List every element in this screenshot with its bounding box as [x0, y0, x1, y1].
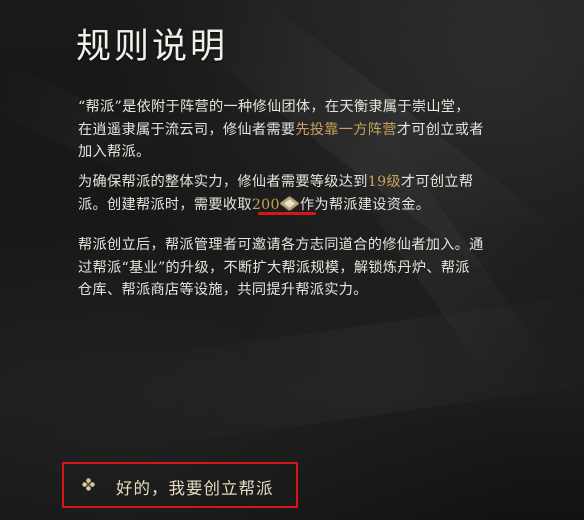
rules-dialog: 规则说明 “帮派”是依附于阵营的一种修仙团体，在天衡隶属于崇山堂， 在逍遥隶属于…: [0, 0, 584, 520]
option-label: 好的，我要创立帮派: [116, 479, 274, 498]
text-segment: 才可创立或者: [396, 121, 484, 138]
dialog-title: 规则说明: [76, 27, 229, 67]
coin-icon: [278, 195, 300, 211]
text-line: “帮派”是依附于阵营的一种修仙团体，在天衡隶属于崇山堂，: [78, 99, 470, 115]
text-line: 在逍遥隶属于流云司，修仙者需要先投靠一方阵营才可创立或者: [78, 119, 548, 142]
text-segment: 才可创立帮: [400, 174, 474, 190]
rules-paragraph-growth: 帮派创立后，帮派管理者可邀请各方志同道合的修仙者加入。通 过帮派“基业”的升级，…: [78, 234, 548, 302]
level-requirement-highlight: 19级: [367, 174, 401, 190]
rules-paragraph-faction: “帮派”是依附于阵营的一种修仙团体，在天衡隶属于崇山堂， 在逍遥隶属于流云司，修…: [78, 96, 548, 164]
text-segment: 作为帮派建设资金。: [299, 196, 431, 213]
text-line: 仓库、帮派商店等设施，共同提升帮派实力。: [78, 282, 368, 298]
flower-bullet-icon: [82, 478, 95, 491]
text-line: 加入帮派。: [78, 144, 151, 160]
text-segment: 为确保帮派的整体实力，修仙者需要等级达到: [78, 174, 368, 190]
text-segment: 派。创建帮派时，需要收取: [78, 196, 252, 213]
cost-annotation-underline: [258, 212, 316, 215]
text-line: 帮派创立后，帮派管理者可邀请各方志同道合的修仙者加入。通: [78, 237, 484, 253]
cost-amount-highlight: 200: [251, 196, 280, 213]
faction-requirement-highlight: 先投靠一方阵营: [295, 121, 397, 138]
background-streak: [120, 290, 584, 450]
text-line: 为确保帮派的整体实力，修仙者需要等级达到19级才可创立帮: [78, 171, 548, 194]
create-guild-option-button[interactable]: 好的，我要创立帮派: [62, 462, 298, 508]
text-line: 过帮派“基业”的升级，不断扩大帮派规模，解锁炼丹炉、帮派: [78, 259, 470, 276]
rules-paragraph-requirements: 为确保帮派的整体实力，修仙者需要等级达到19级才可创立帮 派。创建帮派时，需要收…: [78, 171, 548, 216]
text-segment: 在逍遥隶属于流云司，修仙者需要: [78, 121, 296, 138]
